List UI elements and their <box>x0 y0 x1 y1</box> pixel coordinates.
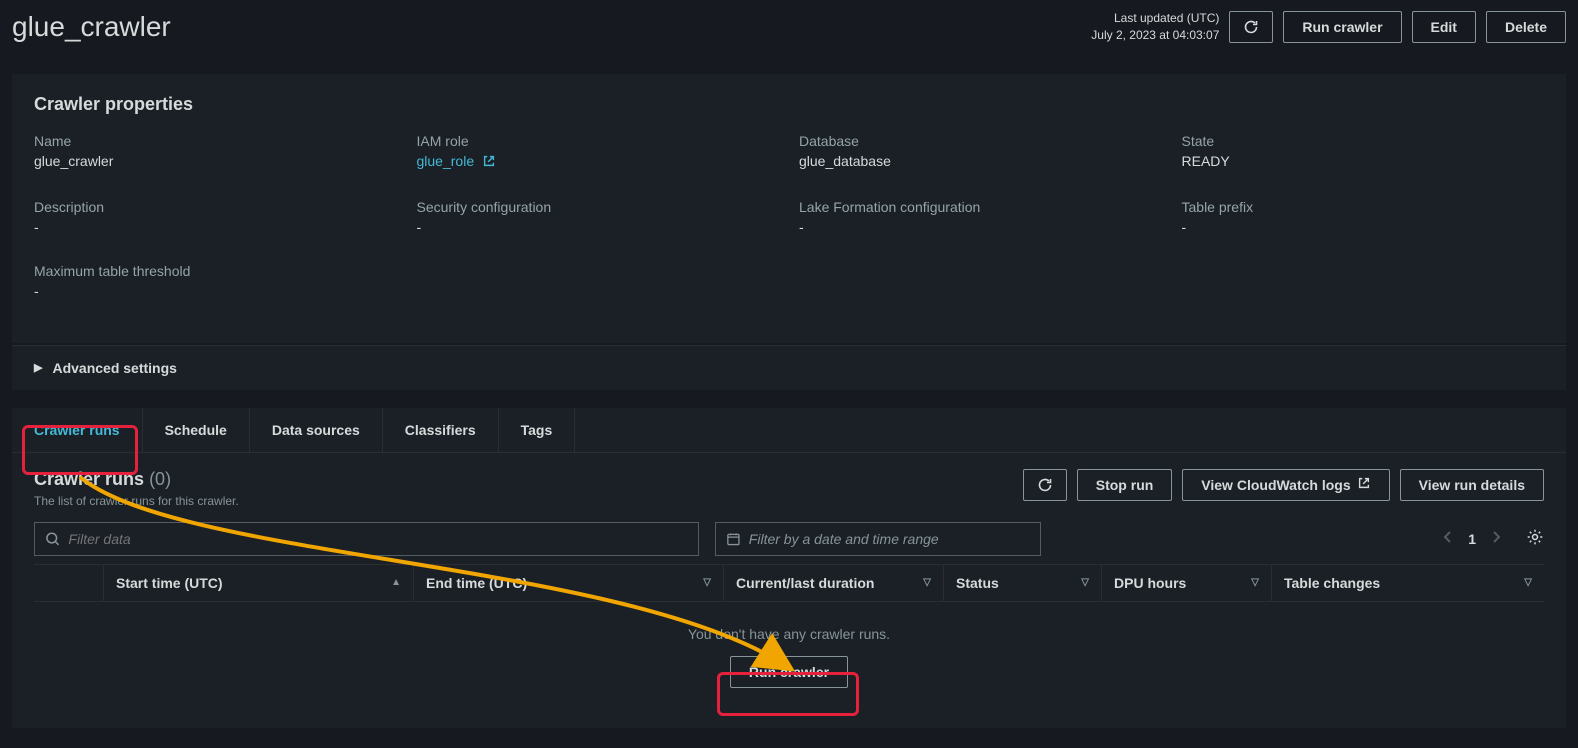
prop-value-tableprefix: - <box>1182 219 1545 235</box>
sort-icon: ▽ <box>923 577 931 588</box>
sort-icon: ▽ <box>703 577 711 588</box>
prop-value-maxthreshold: - <box>34 283 397 299</box>
external-link-icon <box>482 154 496 171</box>
date-filter[interactable]: Filter by a date and time range <box>715 522 1041 556</box>
refresh-icon <box>1243 19 1259 35</box>
prop-label-database: Database <box>799 133 1162 149</box>
pagination: 1 <box>1442 528 1544 549</box>
sort-icon: ▽ <box>1251 577 1259 588</box>
runs-count: (0) <box>149 469 171 489</box>
sort-icon: ▽ <box>1081 577 1089 588</box>
page-number: 1 <box>1468 531 1476 547</box>
th-status[interactable]: Status ▽ <box>944 565 1102 601</box>
view-cloudwatch-logs-button[interactable]: View CloudWatch logs <box>1182 469 1389 501</box>
prop-label-iam: IAM role <box>417 133 780 149</box>
th-select <box>34 565 104 601</box>
crawler-runs-section: Crawler runs (0) The list of crawler run… <box>12 453 1566 728</box>
prop-value-security: - <box>417 219 780 235</box>
external-link-icon <box>1357 476 1371 493</box>
th-table-changes[interactable]: Table changes ▽ <box>1272 565 1544 601</box>
prop-label-security: Security configuration <box>417 199 780 215</box>
date-filter-placeholder: Filter by a date and time range <box>749 531 1030 547</box>
page-next-button[interactable] <box>1490 529 1502 548</box>
page-header: glue_crawler Last updated (UTC) July 2, … <box>0 0 1578 64</box>
prop-value-description: - <box>34 219 397 235</box>
last-updated-value: July 2, 2023 at 04:03:07 <box>1091 27 1219 44</box>
empty-state: You don't have any crawler runs. Run cra… <box>34 602 1544 698</box>
settings-button[interactable] <box>1526 528 1544 549</box>
tab-classifiers[interactable]: Classifiers <box>383 408 499 452</box>
th-dpu-hours[interactable]: DPU hours ▽ <box>1102 565 1272 601</box>
runs-subtitle: The list of crawler runs for this crawle… <box>34 494 239 508</box>
runs-refresh-button[interactable] <box>1023 469 1067 501</box>
filter-search[interactable] <box>34 522 699 556</box>
panel-title: Crawler properties <box>34 94 1544 115</box>
prop-label-state: State <box>1182 133 1545 149</box>
sort-asc-icon: ▲ <box>391 577 401 588</box>
run-crawler-button[interactable]: Run crawler <box>1283 11 1401 43</box>
empty-message: You don't have any crawler runs. <box>34 626 1544 642</box>
runs-title: Crawler runs <box>34 469 144 489</box>
page-prev-button[interactable] <box>1442 529 1454 548</box>
gear-icon <box>1526 528 1544 546</box>
search-icon <box>45 531 60 547</box>
stop-run-button[interactable]: Stop run <box>1077 469 1173 501</box>
crawler-properties-panel: Crawler properties Name glue_crawler IAM… <box>12 74 1566 343</box>
prop-value-name: glue_crawler <box>34 153 397 169</box>
delete-button[interactable]: Delete <box>1486 11 1566 43</box>
tabs: Crawler runs Schedule Data sources Class… <box>12 408 1566 453</box>
prop-label-lakeformation: Lake Formation configuration <box>799 199 1162 215</box>
prop-label-maxthreshold: Maximum table threshold <box>34 263 397 279</box>
last-updated: Last updated (UTC) July 2, 2023 at 04:03… <box>1091 10 1219 44</box>
caret-right-icon: ▶ <box>34 361 42 374</box>
advanced-settings-label: Advanced settings <box>52 360 176 376</box>
tab-crawler-runs[interactable]: Crawler runs <box>12 408 143 452</box>
sort-icon: ▽ <box>1524 577 1532 588</box>
header-actions: Last updated (UTC) July 2, 2023 at 04:03… <box>1091 10 1566 44</box>
prop-value-database: glue_database <box>799 153 1162 169</box>
iam-role-link[interactable]: glue_role <box>417 153 475 169</box>
prop-label-tableprefix: Table prefix <box>1182 199 1545 215</box>
th-start-time[interactable]: Start time (UTC) ▲ <box>104 565 414 601</box>
refresh-button[interactable] <box>1229 11 1273 43</box>
page-title: glue_crawler <box>12 11 171 43</box>
refresh-icon <box>1037 477 1053 493</box>
prop-value-state: READY <box>1182 153 1545 169</box>
edit-button[interactable]: Edit <box>1412 11 1476 43</box>
tab-data-sources[interactable]: Data sources <box>250 408 383 452</box>
prop-label-description: Description <box>34 199 397 215</box>
runs-table-header: Start time (UTC) ▲ End time (UTC) ▽ Curr… <box>34 564 1544 602</box>
advanced-settings-toggle[interactable]: ▶ Advanced settings <box>12 345 1566 390</box>
view-run-details-button[interactable]: View run details <box>1400 469 1544 501</box>
empty-run-crawler-button[interactable]: Run crawler <box>730 656 848 688</box>
th-duration[interactable]: Current/last duration ▽ <box>724 565 944 601</box>
th-end-time[interactable]: End time (UTC) ▽ <box>414 565 724 601</box>
tab-schedule[interactable]: Schedule <box>143 408 250 452</box>
filter-input[interactable] <box>68 531 688 547</box>
prop-label-name: Name <box>34 133 397 149</box>
tab-tags[interactable]: Tags <box>499 408 576 452</box>
prop-value-lakeformation: - <box>799 219 1162 235</box>
last-updated-label: Last updated (UTC) <box>1091 10 1219 27</box>
calendar-icon <box>726 531 741 547</box>
